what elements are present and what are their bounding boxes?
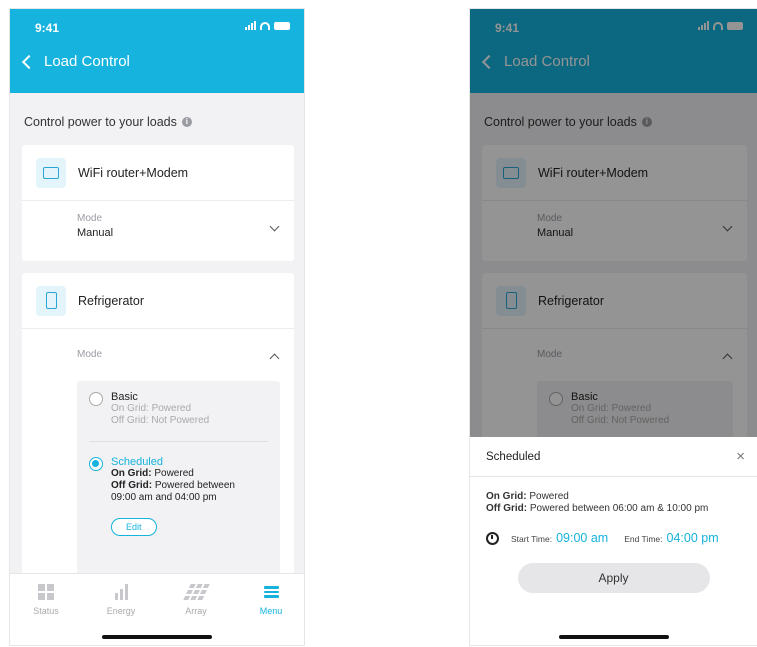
option-off-grid: Off Grid: Not Powered — [111, 415, 210, 426]
option-basic[interactable]: Basic On Grid: Powered Off Grid: Not Pow… — [89, 391, 268, 442]
end-time-label: End Time: — [624, 534, 663, 544]
option-title: Scheduled — [111, 456, 163, 468]
stopwatch-icon — [486, 531, 499, 545]
sheet-header: Scheduled × — [470, 437, 757, 477]
off-grid-value: Powered between — [154, 480, 235, 491]
app-header: 9:41 Load Control — [10, 9, 304, 93]
option-on-grid: On Grid: Powered — [111, 403, 192, 414]
device-card-header: WiFi router+Modem — [22, 145, 294, 201]
home-indicator — [102, 635, 212, 639]
on-grid-label: On Grid: — [486, 491, 527, 502]
sheet-title: Scheduled — [486, 450, 541, 463]
off-grid-label: Off Grid: — [111, 480, 153, 491]
device-name: Refrigerator — [78, 293, 144, 308]
start-time-label: Start Time: — [511, 534, 553, 544]
tab-status[interactable]: Status — [21, 582, 71, 616]
radio-scheduled[interactable] — [89, 457, 103, 471]
mode-label: Mode — [77, 349, 103, 360]
mode-options-list: Basic On Grid: Powered Off Grid: Not Pow… — [77, 381, 280, 581]
edit-button[interactable]: Edit — [111, 518, 157, 536]
tab-menu[interactable]: Menu — [246, 582, 296, 616]
option-off-grid: Off Grid: Powered between — [111, 480, 235, 492]
device-card-header: Refrigerator — [22, 273, 294, 329]
on-grid-label: On Grid: — [111, 468, 152, 479]
device-card-wifi-router: WiFi router+Modem Mode Manual — [22, 145, 294, 261]
phone-screen-scheduled-sheet: 9:41 Load Control Control power to your … — [469, 8, 757, 646]
page-title: Load Control — [44, 53, 130, 70]
status-time: 9:41 — [35, 21, 60, 35]
scheduled-bottom-sheet: Scheduled × On Grid: Powered Off Grid: P… — [470, 437, 757, 645]
status-icons — [245, 21, 290, 30]
mode-value: Manual — [77, 227, 114, 239]
option-title: Basic — [111, 391, 138, 403]
title-row: Load Control — [21, 53, 130, 70]
phone-screen-load-control: 9:41 Load Control Control power to your … — [9, 8, 305, 646]
mode-label: Mode — [77, 213, 103, 224]
off-grid-times: 09:00 am and 04:00 pm — [111, 492, 217, 503]
mode-dropdown-expanded[interactable]: Mode — [22, 329, 294, 381]
section-label: Control power to your loads i — [10, 93, 304, 139]
back-icon[interactable] — [21, 54, 37, 70]
sheet-on-grid: On Grid: Powered — [486, 491, 741, 503]
info-icon[interactable]: i — [181, 117, 192, 127]
grid-icon — [38, 584, 54, 600]
section-label-text: Control power to your loads — [24, 115, 177, 129]
solar-panel-icon — [182, 584, 210, 600]
on-grid-value: Powered — [529, 491, 569, 502]
tab-label: Energy — [106, 606, 136, 616]
signal-icon — [245, 21, 256, 30]
end-time-value[interactable]: 04:00 pm — [667, 531, 719, 545]
time-row: Start Time: 09:00 am End Time: 04:00 pm — [486, 531, 741, 545]
menu-icon — [263, 584, 279, 600]
start-time-value[interactable]: 09:00 am — [556, 531, 608, 545]
tab-label: Array — [185, 606, 207, 616]
on-grid-value: Powered — [154, 468, 194, 479]
tab-energy[interactable]: Energy — [96, 582, 146, 616]
sheet-body: On Grid: Powered Off Grid: Powered betwe… — [470, 477, 757, 593]
off-grid-label: Off Grid: — [486, 503, 528, 514]
router-icon — [36, 157, 66, 188]
device-card-refrigerator: Refrigerator Mode Basic On Grid: Powered… — [22, 273, 294, 581]
option-scheduled[interactable]: Scheduled On Grid: Powered Off Grid: Pow… — [89, 456, 268, 550]
tab-array[interactable]: Array — [171, 582, 221, 616]
home-indicator — [558, 635, 669, 639]
off-grid-value: Powered between 06:00 am & 10:00 pm — [529, 503, 709, 514]
device-name: WiFi router+Modem — [78, 165, 189, 180]
option-on-grid: On Grid: Powered — [111, 468, 235, 480]
radio-basic[interactable] — [89, 392, 103, 406]
stage: 9:41 Load Control Control power to your … — [0, 0, 757, 647]
battery-icon — [274, 21, 290, 30]
mode-dropdown[interactable]: Mode Manual — [22, 201, 294, 261]
close-icon[interactable]: × — [736, 449, 745, 464]
tab-label: Menu — [259, 606, 283, 616]
bar-chart-icon — [114, 584, 128, 600]
tab-label: Status — [33, 606, 59, 616]
refrigerator-icon — [36, 285, 66, 316]
sheet-off-grid: Off Grid: Powered between 06:00 am & 10:… — [486, 503, 741, 515]
wifi-icon — [260, 21, 270, 30]
bottom-tab-bar: Status Energy Array Menu — [10, 573, 304, 645]
apply-button[interactable]: Apply — [517, 563, 710, 593]
